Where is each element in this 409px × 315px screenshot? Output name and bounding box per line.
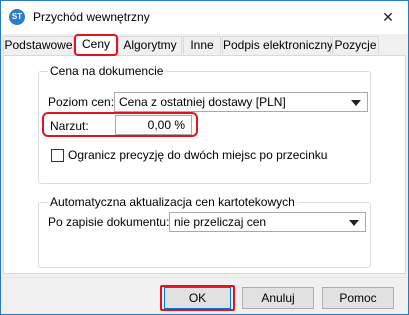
after-save-value: nie przeliczaj cen <box>174 215 267 229</box>
tab-podpis-elektroniczny[interactable]: Podpis elektroniczny <box>222 36 333 54</box>
help-button[interactable]: Pomoc <box>322 287 394 309</box>
after-save-label: Po zapisie dokumentu: <box>48 215 170 229</box>
chevron-down-icon <box>351 100 361 106</box>
tab-algorytmy[interactable]: Algorytmy <box>118 36 182 54</box>
after-save-select[interactable]: nie przeliczaj cen <box>169 212 366 232</box>
price-level-label: Poziom cen: <box>48 95 115 109</box>
markup-input[interactable]: 0,00 % <box>115 115 192 135</box>
tab-podstawowe[interactable]: Podstawowe <box>3 36 74 54</box>
tab-strip: Podstawowe Ceny Algorytmy Inne Podpis el… <box>3 35 406 56</box>
cancel-button[interactable]: Anuluj <box>242 287 314 309</box>
price-level-value: Cena z ostatniej dostawy [PLN] <box>119 95 286 109</box>
dialog-window: ST Przychód wewnętrzny ✕ Podstawowe Ceny… <box>0 0 409 315</box>
title-bar: ST Przychód wewnętrzny ✕ <box>1 1 408 34</box>
auto-update-group-legend: Automatyczna aktualizacja cen kartotekow… <box>48 195 297 209</box>
app-logo-icon: ST <box>9 9 25 25</box>
tab-panel-ceny: Cena na dokumencie Poziom cen: Cena z os… <box>3 55 406 274</box>
tab-ceny-highlight <box>74 34 118 56</box>
tab-pozycje[interactable]: Pozycje <box>332 36 379 54</box>
window-title: Przychód wewnętrzny <box>33 10 150 24</box>
tab-inne[interactable]: Inne <box>183 36 221 54</box>
price-group-legend: Cena na dokumencie <box>48 64 166 78</box>
markup-label: Narzut: <box>50 119 89 133</box>
markup-value: 0,00 % <box>147 118 185 132</box>
precision-checkbox[interactable] <box>51 149 64 162</box>
footer-separator <box>1 277 408 278</box>
price-level-select[interactable]: Cena z ostatniej dostawy [PLN] <box>114 92 368 112</box>
chevron-down-icon <box>349 220 359 226</box>
precision-checkbox-label: Ogranicz precyzję do dwóch miejsc po prz… <box>68 148 328 162</box>
ok-button[interactable]: OK <box>164 287 231 309</box>
close-icon[interactable]: ✕ <box>378 7 398 27</box>
